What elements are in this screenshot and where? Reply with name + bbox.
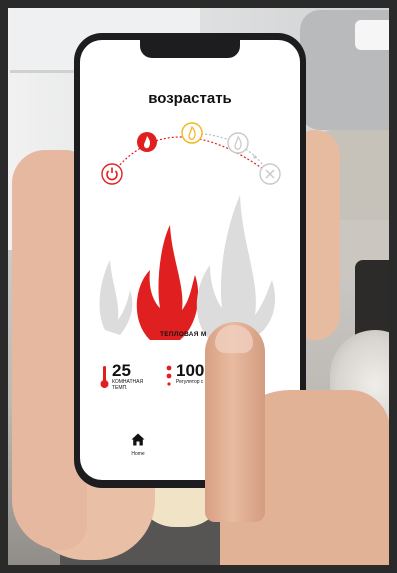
step-off[interactable] <box>259 163 281 185</box>
nav-home[interactable]: Home <box>128 433 148 457</box>
level-dots-icon <box>166 365 172 386</box>
step-flame-medium[interactable] <box>181 122 203 144</box>
stepper-dot <box>253 155 257 159</box>
phone-notch <box>140 40 240 58</box>
background-photo: возрастать ТЕПЛОВАЯ М 25 КОМНАТНАЯ ТЕМП.… <box>0 0 397 573</box>
flame-visual <box>99 195 276 340</box>
regulator-label: Регулятор с <box>176 379 204 385</box>
thermometer-icon <box>100 366 109 388</box>
room-temp-value: 25 <box>112 361 131 380</box>
home-icon <box>131 433 145 446</box>
step-flame-low[interactable] <box>137 132 157 152</box>
flame-right-gray <box>196 195 276 340</box>
room-shelf <box>355 20 397 50</box>
step-power[interactable] <box>101 163 123 185</box>
flame-left-gray <box>99 260 133 335</box>
regulator-stat: 100 Регулятор с <box>176 362 204 385</box>
flame-center-red <box>136 225 199 340</box>
room-temp-stat: 25 КОМНАТНАЯ ТЕМП. <box>112 362 143 391</box>
regulator-value: 100 <box>176 361 205 380</box>
fingernail <box>215 325 253 353</box>
nav-home-label: Home <box>131 451 145 457</box>
page-title: возрастать <box>148 90 232 107</box>
room-temp-label-line2: ТЕМП. <box>112 385 128 391</box>
step-flame-high[interactable] <box>227 132 249 154</box>
